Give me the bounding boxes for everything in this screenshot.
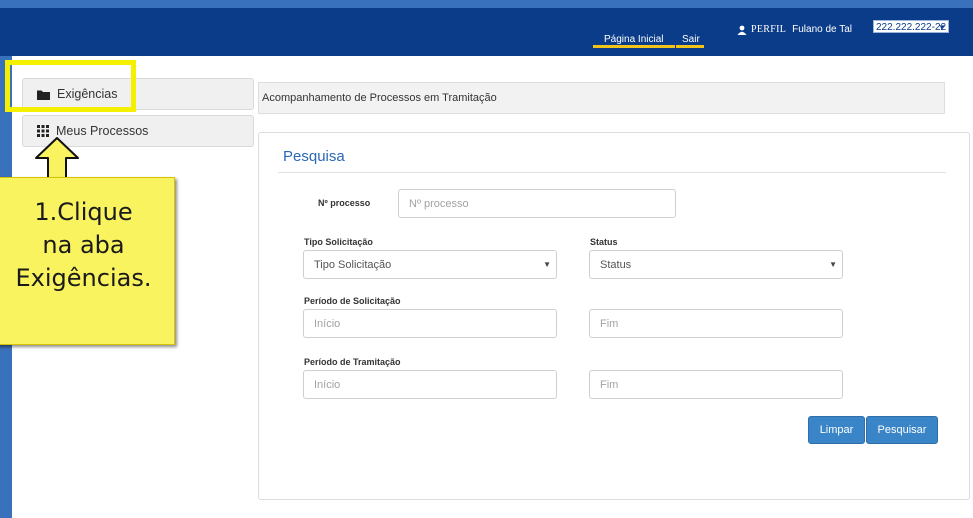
nav-logout-link[interactable]: Sair: [682, 34, 700, 45]
top-stripe: [0, 0, 973, 8]
instruction-callout: 1.Clique na aba Exigências.: [0, 177, 175, 345]
fim-placeholder: Fim: [600, 317, 619, 330]
inicio-placeholder: Início: [314, 378, 341, 391]
profile-label: PERFIL: [751, 24, 787, 35]
periodo-solicitacao-label: Período de Solicitação: [304, 296, 401, 306]
user-icon: [737, 25, 747, 35]
processo-placeholder: Nº processo: [409, 197, 469, 210]
chevron-down-icon: ▼: [938, 23, 946, 32]
breadcrumb-text: Acompanhamento de Processos em Tramitaçã…: [262, 92, 497, 104]
callout-line: Exigências.: [15, 264, 152, 292]
tramitacao-inicio-input[interactable]: Início: [303, 370, 557, 399]
chevron-down-icon: ▼: [829, 260, 837, 269]
clear-button-label: Limpar: [819, 424, 854, 436]
periodo-tramitacao-label: Período de Tramitação: [304, 357, 401, 367]
nav-logout-underline: [676, 45, 704, 48]
tipo-solicitacao-value: Tipo Solicitação: [314, 258, 392, 271]
status-select[interactable]: Status ▼: [589, 250, 843, 279]
search-button-label: Pesquisar: [877, 424, 927, 436]
solicitacao-fim-input[interactable]: Fim: [589, 309, 843, 338]
processo-input[interactable]: Nº processo: [398, 189, 676, 218]
fim-placeholder: Fim: [600, 378, 619, 391]
arrow-up-icon: [35, 137, 79, 181]
callout-line: 1.Clique: [34, 198, 133, 226]
processo-label: Nº processo: [318, 198, 371, 208]
callout-line: na aba: [42, 231, 125, 259]
user-select[interactable]: 222.222.222-22 ▼: [873, 20, 949, 33]
tramitacao-fim-input[interactable]: Fim: [589, 370, 843, 399]
panel-title: Pesquisa: [283, 148, 345, 165]
status-label: Status: [590, 237, 618, 247]
profile-area: PERFIL Fulano de Tal: [737, 24, 852, 35]
inicio-placeholder: Início: [314, 317, 341, 330]
user-id-value: 222.222.222-22: [876, 22, 947, 33]
divider: [278, 172, 946, 173]
user-name: Fulano de Tal: [792, 24, 852, 35]
status-value: Status: [600, 258, 632, 271]
tipo-solicitacao-label: Tipo Solicitação: [304, 237, 373, 247]
breadcrumb: Acompanhamento de Processos em Tramitaçã…: [258, 82, 945, 114]
chevron-down-icon: ▼: [543, 260, 551, 269]
highlight-box: [5, 60, 136, 112]
nav-home-underline: [593, 45, 675, 48]
nav-home-link[interactable]: Página Inicial: [604, 34, 663, 45]
search-button[interactable]: Pesquisar: [866, 416, 938, 444]
tipo-solicitacao-select[interactable]: Tipo Solicitação ▼: [303, 250, 557, 279]
clear-button[interactable]: Limpar: [808, 416, 865, 444]
solicitacao-inicio-input[interactable]: Início: [303, 309, 557, 338]
